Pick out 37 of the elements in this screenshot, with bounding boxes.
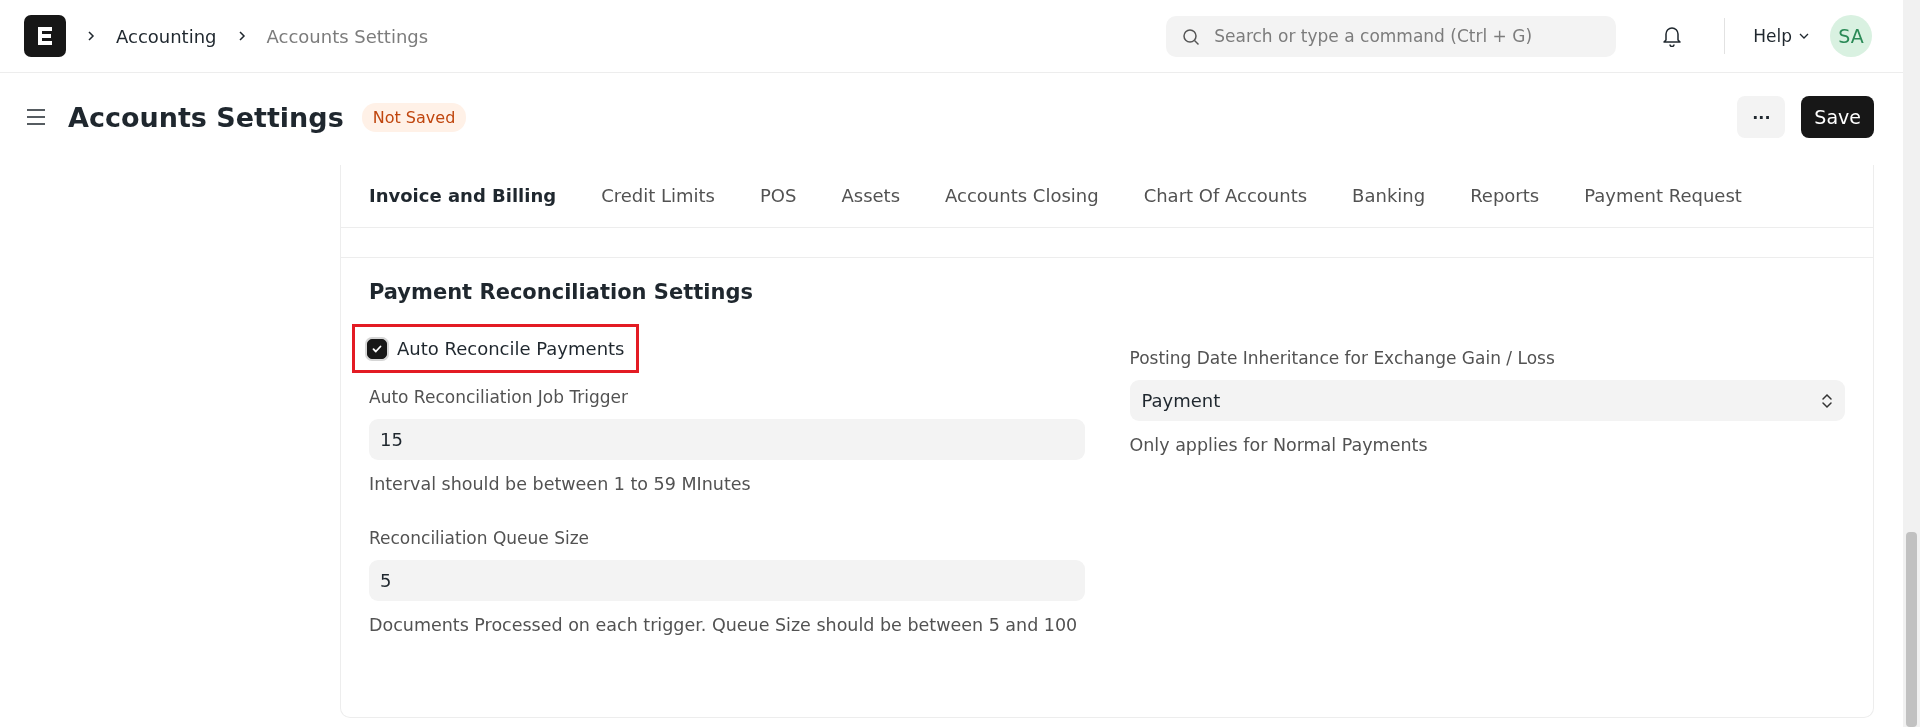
input-field[interactable]: 15 [369,419,1085,460]
checkbox-label: Auto Reconcile Payments [397,338,625,359]
menu-icon[interactable] [26,108,46,126]
tab[interactable]: Chart Of Accounts [1139,165,1312,227]
section-heading: Payment Reconciliation Settings [369,280,754,304]
notification-icon[interactable] [1662,25,1683,47]
search-field[interactable]: Search or type a command (Ctrl + G) [1166,15,1617,57]
tab[interactable]: Accounts Closing [941,165,1103,227]
field-label: Auto Reconciliation Job Trigger [369,387,630,407]
tab[interactable]: Reports [1466,165,1544,227]
app-logo[interactable] [24,15,66,57]
scrollbar-thumb[interactable] [1906,532,1917,727]
save-button[interactable]: Save [1801,96,1874,138]
field-label: Posting Date Inheritance for Exchange Gain / Loss [1129,348,1556,368]
help-text: Interval should be between 1 to 59 MInutes [369,473,752,496]
user-avatar[interactable]: SA [1830,15,1872,57]
tab[interactable]: POS [756,165,801,227]
checkbox[interactable] [367,338,387,359]
breadcrumb-link[interactable]: Accounting [116,25,217,47]
tab[interactable]: Credit Limits [597,165,719,227]
help-menu[interactable]: Help [1745,26,1818,46]
scrollbar[interactable] [1903,0,1920,727]
help-text: Only applies for Normal Payments [1129,434,1429,457]
tab[interactable]: Assets [837,165,905,227]
page-title: Accounts Settings [68,101,344,133]
search-icon [1182,27,1201,46]
sort-icon [1821,391,1833,410]
tab[interactable]: Payment Request [1580,165,1746,227]
status-indicator: Not Saved [361,102,467,132]
tab[interactable]: Banking [1348,165,1430,227]
breadcrumb-link[interactable]: Accounts Settings [266,25,429,47]
tab[interactable]: Invoice and Billing [365,165,561,227]
select-field[interactable]: Payment [1129,380,1845,421]
more-button[interactable]: ··· [1737,96,1786,138]
help-text: Documents Processed on each trigger. Queue Size should be between 5 and 100 [369,613,1079,637]
input-field[interactable]: 5 [369,559,1085,601]
field-label: Reconciliation Queue Size [369,527,591,548]
